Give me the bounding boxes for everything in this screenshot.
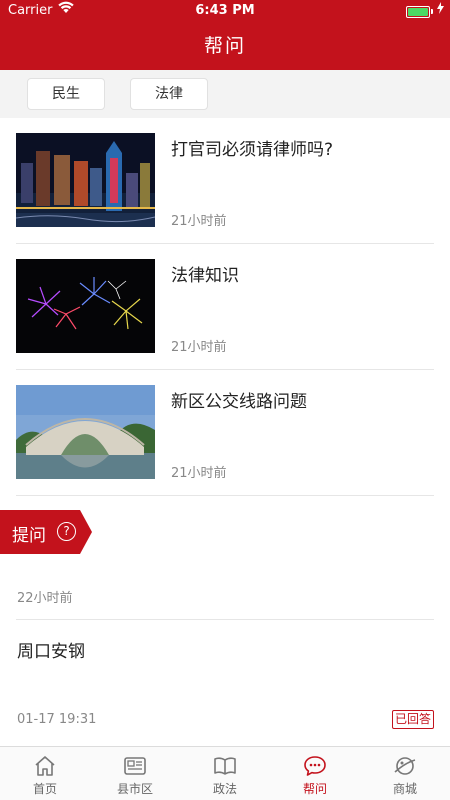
news-time: 21小时前 [171,214,227,229]
city-night-thumbnail [16,133,155,227]
book-icon [214,757,236,775]
tab-label: 首页 [32,782,57,796]
ask-question-button[interactable]: 提问 ? [0,510,92,554]
news-item[interactable]: 新区公交线路问题 21小时前 [16,370,434,496]
answered-badge: 已回答 [391,710,434,729]
question-time: 22小时前 [17,591,73,606]
tab-county[interactable]: 县市区 [90,747,180,800]
status-time: 6:43 PM [195,3,255,18]
category-chip-falv[interactable]: 法律 [130,78,208,110]
page-title: 帮问 [203,35,246,57]
bottom-tab-bar: 首页 县市区 政法 帮问 商城 [0,746,450,800]
divider [16,619,434,620]
app-header: Carrier 6:43 PM 帮问 [0,0,450,70]
tab-mall[interactable]: 商城 [360,747,450,800]
newspaper-icon [124,757,146,775]
news-title: 新区公交线路问题 [171,392,307,412]
planet-icon [394,757,416,775]
tab-label: 县市区 [116,782,153,796]
category-bar: 民生 法律 [0,70,450,118]
charging-bolt-icon [437,2,444,17]
arch-bridge-thumbnail [16,385,155,479]
tab-help-ask[interactable]: 帮问 [270,747,360,800]
news-time: 21小时前 [171,466,227,481]
tab-home[interactable]: 首页 [0,747,90,800]
home-icon [35,756,55,776]
battery-icon [406,6,430,18]
category-chip-minsheng[interactable]: 民生 [27,78,105,110]
news-title: 打官司必须请律师吗? [171,140,334,160]
question-circle-icon: ? [57,522,76,541]
news-item[interactable]: 法律知识 21小时前 [16,244,434,370]
news-title: 法律知识 [171,266,239,286]
status-bar: Carrier 6:43 PM [0,0,450,22]
tab-label: 商城 [392,782,417,796]
tab-label: 政法 [212,782,237,796]
chat-bubble-icon [304,756,326,776]
fireworks-thumbnail [16,259,155,353]
ask-label: 提问 [12,526,46,546]
question-title[interactable]: 周口安钢 [17,637,85,662]
tab-law[interactable]: 政法 [180,747,270,800]
battery-tip [431,9,433,14]
news-item[interactable]: 打官司必须请律师吗? 21小时前 [16,118,434,244]
tab-label: 帮问 [302,782,327,796]
question-date: 01-17 19:31 [17,712,97,727]
news-time: 21小时前 [171,340,227,355]
